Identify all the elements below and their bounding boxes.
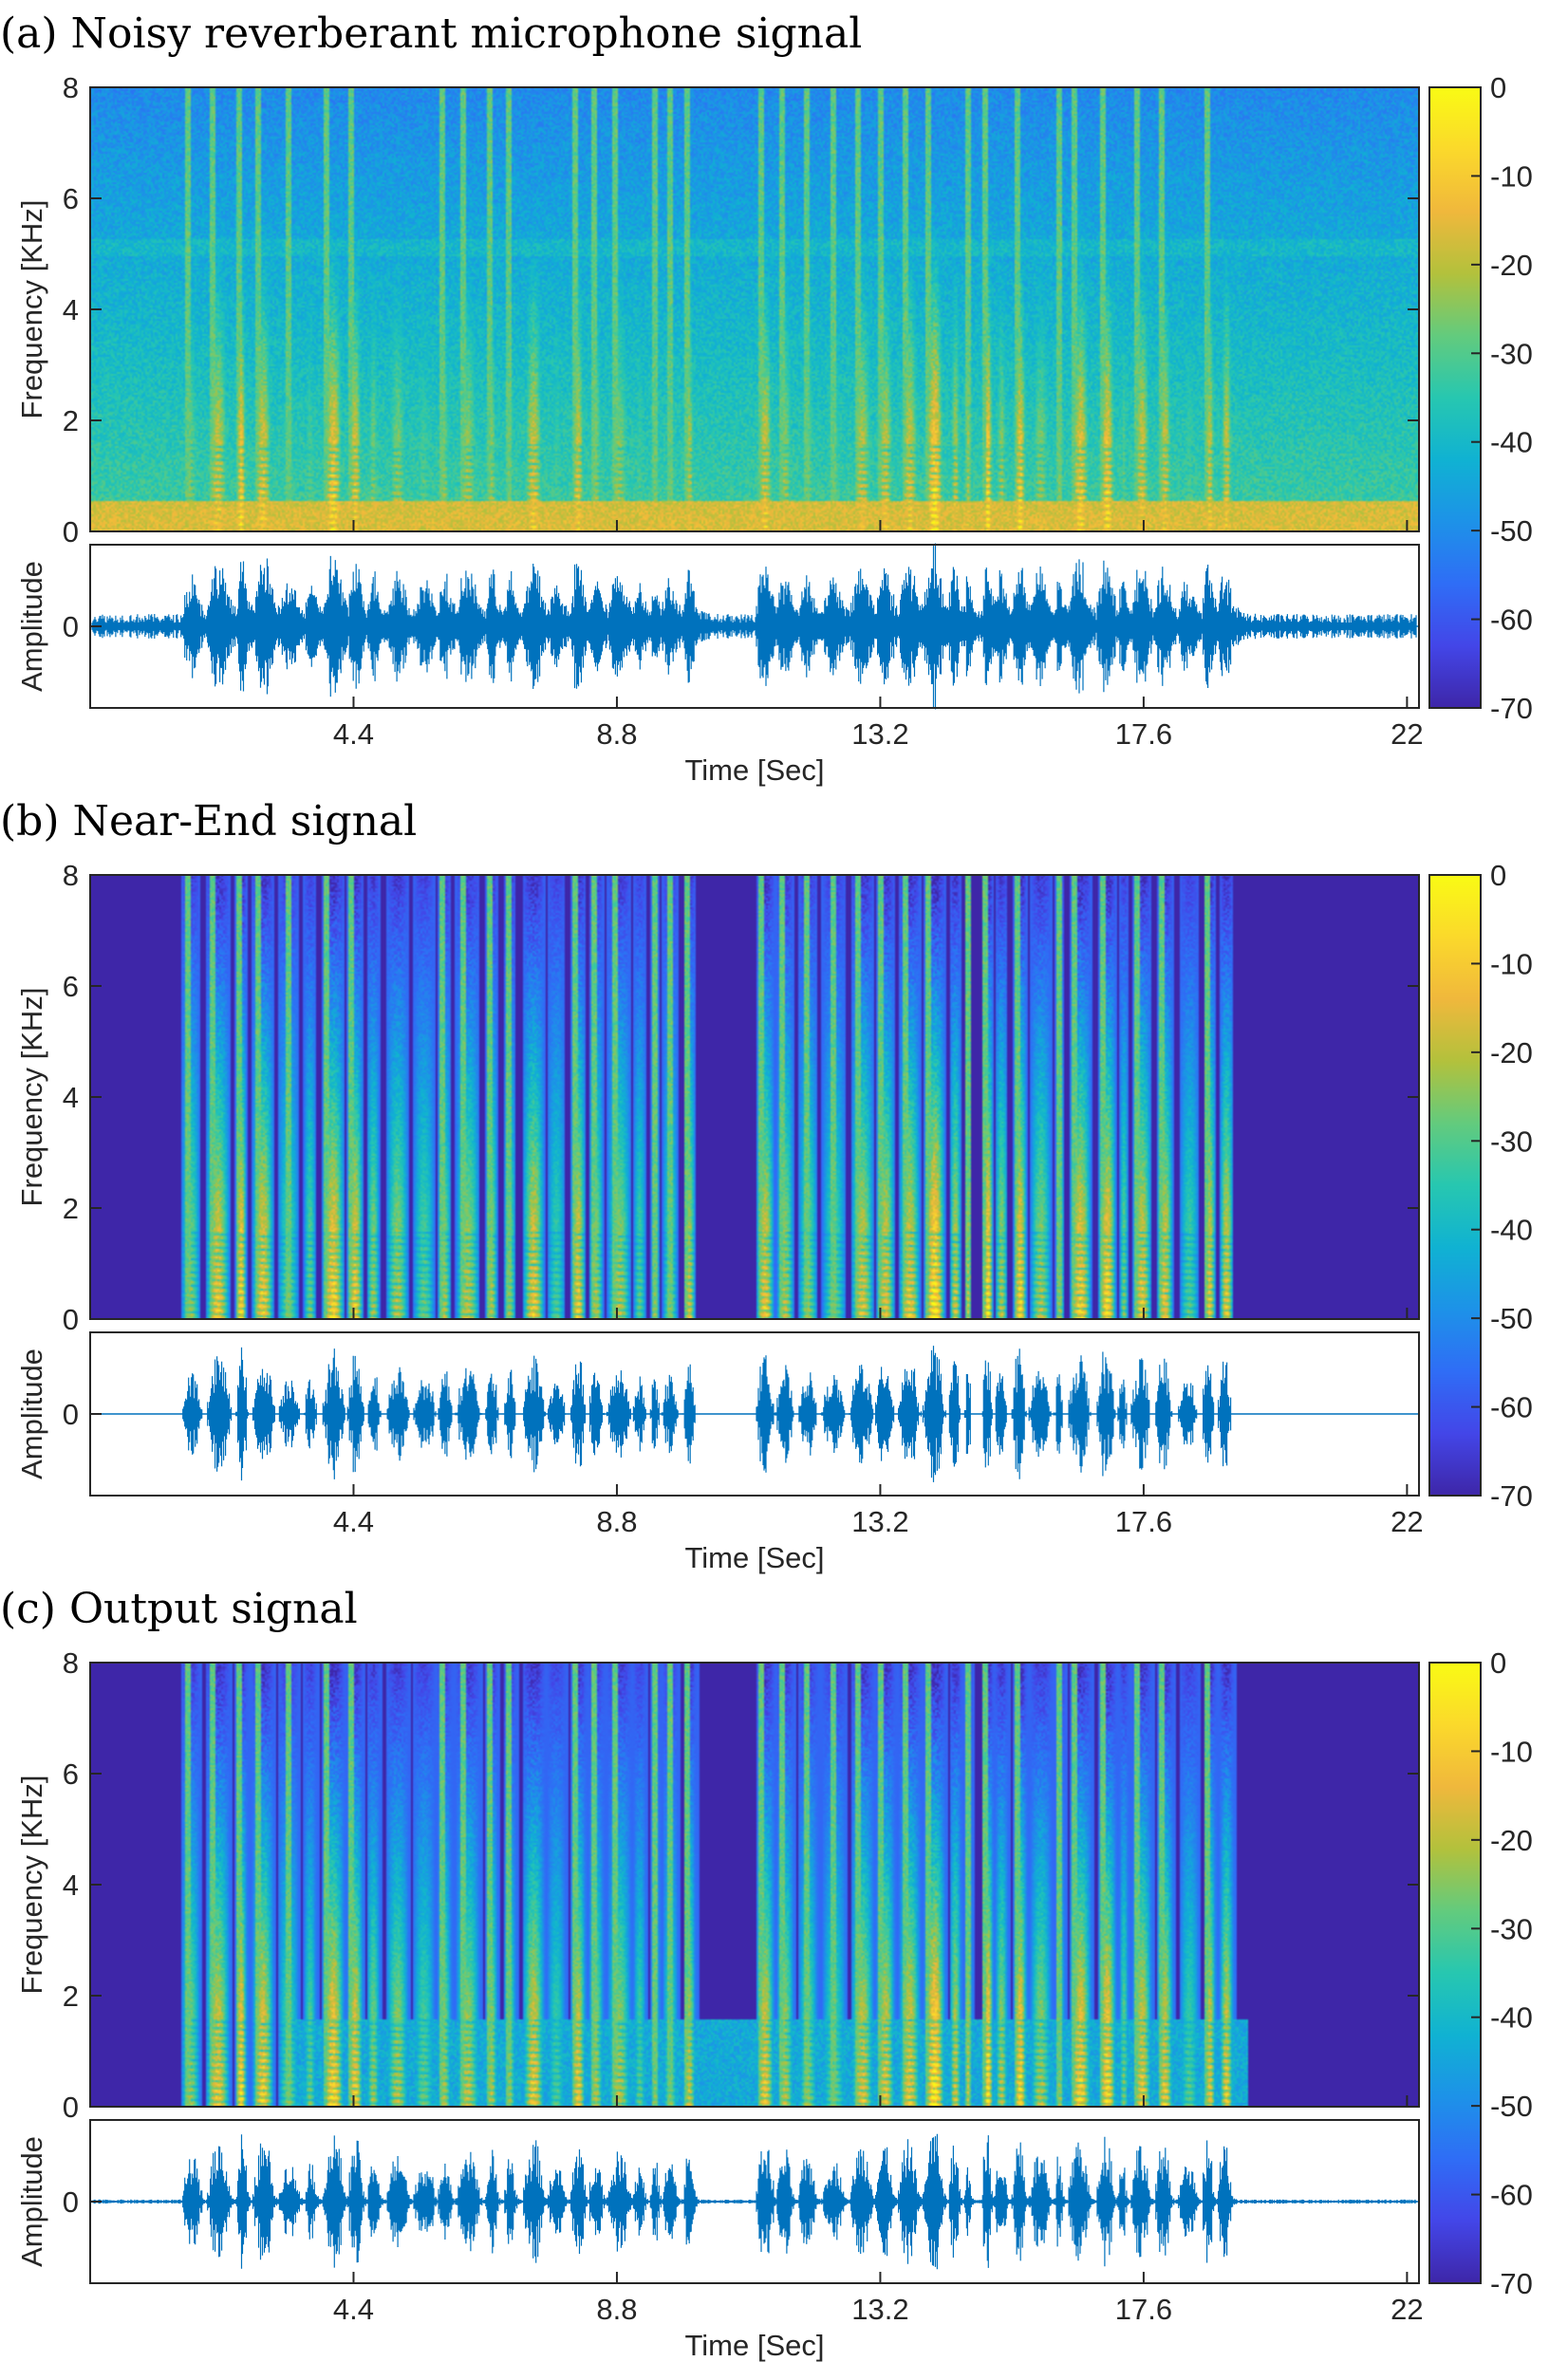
colorbar-tick-label: -10 (1490, 1735, 1533, 1768)
y-tick-label: 6 (63, 970, 79, 1003)
y-tick-label: 4 (63, 1081, 79, 1114)
colorbar-tick-label: -20 (1490, 249, 1533, 282)
x-tick-label: 4.4 (333, 717, 374, 751)
x-tick-label: 22 (1391, 1505, 1423, 1538)
colorbar-tick-label: -60 (1490, 604, 1533, 637)
colorbar-tick-label: -50 (1490, 1302, 1533, 1335)
colorbar (1429, 1663, 1481, 2283)
x-tick-label: 22 (1391, 2293, 1423, 2326)
spectrogram-image (90, 1663, 1419, 2107)
x-tick-label: 17.6 (1115, 1505, 1172, 1538)
colorbar-tick-label: -10 (1490, 947, 1533, 980)
waveform-ylabel: Amplitude (15, 1348, 48, 1479)
panel-title: (c) Output signal (0, 1585, 358, 1633)
x-tick-label: 17.6 (1115, 717, 1172, 751)
y-tick-label: 4 (63, 1869, 79, 1902)
y-tick-label: 6 (63, 182, 79, 215)
y-tick-label: 2 (63, 1980, 79, 2013)
panel-title: (b) Near-End signal (0, 797, 417, 846)
spectrogram-image (90, 875, 1419, 1319)
x-tick-label: 13.2 (851, 2293, 908, 2326)
y-tick-label: 0 (63, 1303, 79, 1336)
x-tick-label: 4.4 (333, 1505, 374, 1538)
figure: (a) Noisy reverberant microphone signal 0… (0, 9, 1533, 2362)
colorbar-tick-label: -30 (1490, 337, 1533, 370)
colorbar-tick-label: -20 (1490, 1036, 1533, 1069)
colorbar-tick-label: 0 (1490, 859, 1506, 892)
x-tick-label: 13.2 (851, 717, 908, 751)
colorbar-tick-label: 0 (1490, 1646, 1506, 1680)
colorbar-tick-label: 0 (1490, 71, 1506, 104)
x-tick-label: 22 (1391, 717, 1423, 751)
y-tick-label: 6 (63, 1757, 79, 1791)
colorbar-tick-label: -60 (1490, 2179, 1533, 2212)
colorbar-tick-label: -50 (1490, 2090, 1533, 2123)
colorbar-tick-label: -10 (1490, 159, 1533, 193)
x-tick-label: 4.4 (333, 2293, 374, 2326)
colorbar-tick-label: -40 (1490, 2001, 1533, 2035)
panel-2: (c) Output signal 0 2 4 6 8 Frequency [KHz] 0 Am… (0, 1585, 1533, 2362)
colorbar-tick-label: -30 (1490, 1125, 1533, 1158)
y-tick-label: 2 (63, 1192, 79, 1225)
waveform-y-tick-label: 0 (63, 2185, 79, 2219)
x-axis-label: Time [Sec] (685, 2329, 825, 2362)
x-tick-label: 8.8 (596, 2293, 637, 2326)
colorbar-tick-label: -20 (1490, 1824, 1533, 1857)
y-tick-label: 8 (63, 71, 79, 104)
y-tick-label: 4 (63, 293, 79, 326)
waveform-ylabel: Amplitude (15, 2136, 48, 2267)
y-tick-label: 0 (63, 2091, 79, 2124)
colorbar (1429, 87, 1481, 708)
spectrogram-ylabel: Frequency [KHz] (15, 1776, 48, 1995)
y-tick-label: 8 (63, 1646, 79, 1680)
y-tick-label: 8 (63, 859, 79, 892)
colorbar-tick-label: -30 (1490, 1912, 1533, 1945)
colorbar (1429, 875, 1481, 1496)
spectrogram-image (90, 87, 1419, 531)
y-tick-label: 0 (63, 515, 79, 549)
waveform-y-tick-label: 0 (63, 1398, 79, 1431)
panel-0: (a) Noisy reverberant microphone signal 0… (0, 9, 1533, 787)
colorbar-tick-label: -50 (1490, 514, 1533, 548)
spectrogram-ylabel: Frequency [KHz] (15, 988, 48, 1207)
waveform-y-tick-label: 0 (63, 610, 79, 643)
colorbar-tick-label: -70 (1490, 692, 1533, 725)
x-tick-label: 13.2 (851, 1505, 908, 1538)
x-tick-label: 8.8 (596, 717, 637, 751)
y-tick-label: 2 (63, 404, 79, 437)
spectrogram-ylabel: Frequency [KHz] (15, 200, 48, 419)
colorbar-tick-label: -40 (1490, 1214, 1533, 1247)
x-tick-label: 17.6 (1115, 2293, 1172, 2326)
colorbar-tick-label: -40 (1490, 426, 1533, 459)
waveform-ylabel: Amplitude (15, 561, 48, 692)
panel-title: (a) Noisy reverberant microphone signal (0, 9, 862, 58)
colorbar-tick-label: -70 (1490, 1479, 1533, 1513)
colorbar-tick-label: -70 (1490, 2267, 1533, 2300)
panel-1: (b) Near-End signal 0 2 4 6 8 Frequency [KHz] 0… (0, 797, 1533, 1574)
x-axis-label: Time [Sec] (685, 1541, 825, 1574)
x-tick-label: 8.8 (596, 1505, 637, 1538)
x-axis-label: Time [Sec] (685, 753, 825, 787)
colorbar-tick-label: -60 (1490, 1391, 1533, 1424)
